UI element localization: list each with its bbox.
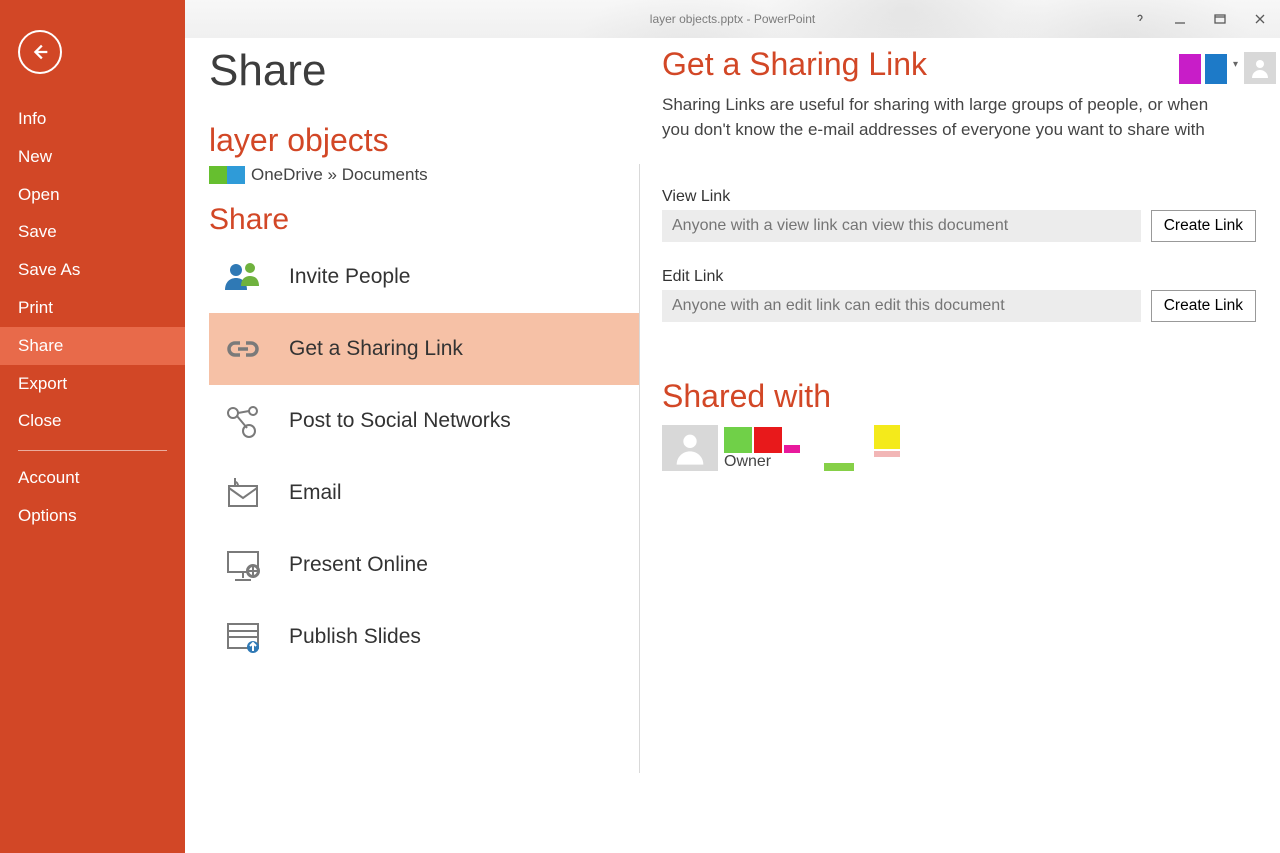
nav-new[interactable]: New xyxy=(0,138,185,176)
page-title: Share xyxy=(209,46,639,96)
shared-user-swatch[interactable] xyxy=(874,425,900,457)
nav-save-as[interactable]: Save As xyxy=(0,251,185,289)
backstage-sidebar: Info New Open Save Save As Print Share E… xyxy=(0,0,185,853)
titlebar: layer objects.pptx - PowerPoint xyxy=(185,0,1280,38)
share-item-label: Invite People xyxy=(289,265,410,289)
share-item-label: Post to Social Networks xyxy=(289,409,511,433)
share-publish-slides[interactable]: Publish Slides xyxy=(209,601,639,673)
share-get-link[interactable]: Get a Sharing Link xyxy=(209,313,639,385)
nav-account[interactable]: Account xyxy=(0,459,185,497)
shared-user-swatch[interactable] xyxy=(824,463,854,471)
nav-close[interactable]: Close xyxy=(0,402,185,440)
nav-print[interactable]: Print xyxy=(0,289,185,327)
person-icon xyxy=(670,428,710,468)
view-link-field[interactable] xyxy=(662,210,1141,242)
sharing-link-description: Sharing Links are useful for sharing wit… xyxy=(662,93,1222,142)
nav-open[interactable]: Open xyxy=(0,176,185,214)
publish-slides-icon xyxy=(223,619,263,655)
owner-role: Owner xyxy=(724,453,800,471)
document-name: layer objects xyxy=(209,122,639,159)
share-item-label: Email xyxy=(289,481,342,505)
email-icon xyxy=(223,475,263,511)
nav-separator xyxy=(18,450,167,451)
back-button[interactable] xyxy=(18,30,62,74)
sharing-link-heading: Get a Sharing Link xyxy=(662,46,1256,83)
owner-avatar[interactable] xyxy=(662,425,718,471)
share-options-list: Invite People Get a Sharing Link Post to… xyxy=(209,241,639,673)
share-present-online[interactable]: Present Online xyxy=(209,529,639,601)
edit-link-label: Edit Link xyxy=(662,268,1256,286)
owner-color-swatches xyxy=(724,427,800,453)
share-social[interactable]: Post to Social Networks xyxy=(209,385,639,457)
view-link-block: View Link Create Link xyxy=(662,188,1256,242)
window-title: layer objects.pptx - PowerPoint xyxy=(650,12,815,26)
vertical-divider xyxy=(639,164,640,773)
arrow-left-icon xyxy=(29,41,51,63)
minimize-icon[interactable] xyxy=(1172,11,1188,27)
create-view-link-button[interactable]: Create Link xyxy=(1151,210,1256,242)
create-edit-link-button[interactable]: Create Link xyxy=(1151,290,1256,322)
social-network-icon xyxy=(223,403,263,439)
share-item-label: Get a Sharing Link xyxy=(289,337,463,361)
present-online-icon xyxy=(223,547,263,583)
onedrive-logo-icon xyxy=(209,166,245,184)
view-link-label: View Link xyxy=(662,188,1256,206)
edit-link-block: Edit Link Create Link xyxy=(662,268,1256,322)
people-icon xyxy=(223,259,263,295)
edit-link-field[interactable] xyxy=(662,290,1141,322)
share-item-label: Publish Slides xyxy=(289,625,421,649)
nav-info[interactable]: Info xyxy=(0,100,185,138)
share-subheading: Share xyxy=(209,203,639,237)
close-icon[interactable] xyxy=(1252,11,1268,27)
help-icon[interactable] xyxy=(1132,11,1148,27)
document-location: OneDrive » Documents xyxy=(209,165,639,185)
share-email[interactable]: Email xyxy=(209,457,639,529)
backstage-nav: Info New Open Save Save As Print Share E… xyxy=(0,100,185,535)
shared-with-list: Owner xyxy=(662,425,1256,471)
nav-share[interactable]: Share xyxy=(0,327,185,365)
nav-export[interactable]: Export xyxy=(0,365,185,403)
nav-options[interactable]: Options xyxy=(0,497,185,535)
location-text: OneDrive » Documents xyxy=(251,165,428,185)
share-invite-people[interactable]: Invite People xyxy=(209,241,639,313)
shared-with-heading: Shared with xyxy=(662,378,1256,415)
main-area: layer objects.pptx - PowerPoint ▾ Share … xyxy=(185,0,1280,853)
nav-save[interactable]: Save xyxy=(0,213,185,251)
share-item-label: Present Online xyxy=(289,553,428,577)
link-icon xyxy=(223,331,263,367)
restore-icon[interactable] xyxy=(1212,11,1228,27)
